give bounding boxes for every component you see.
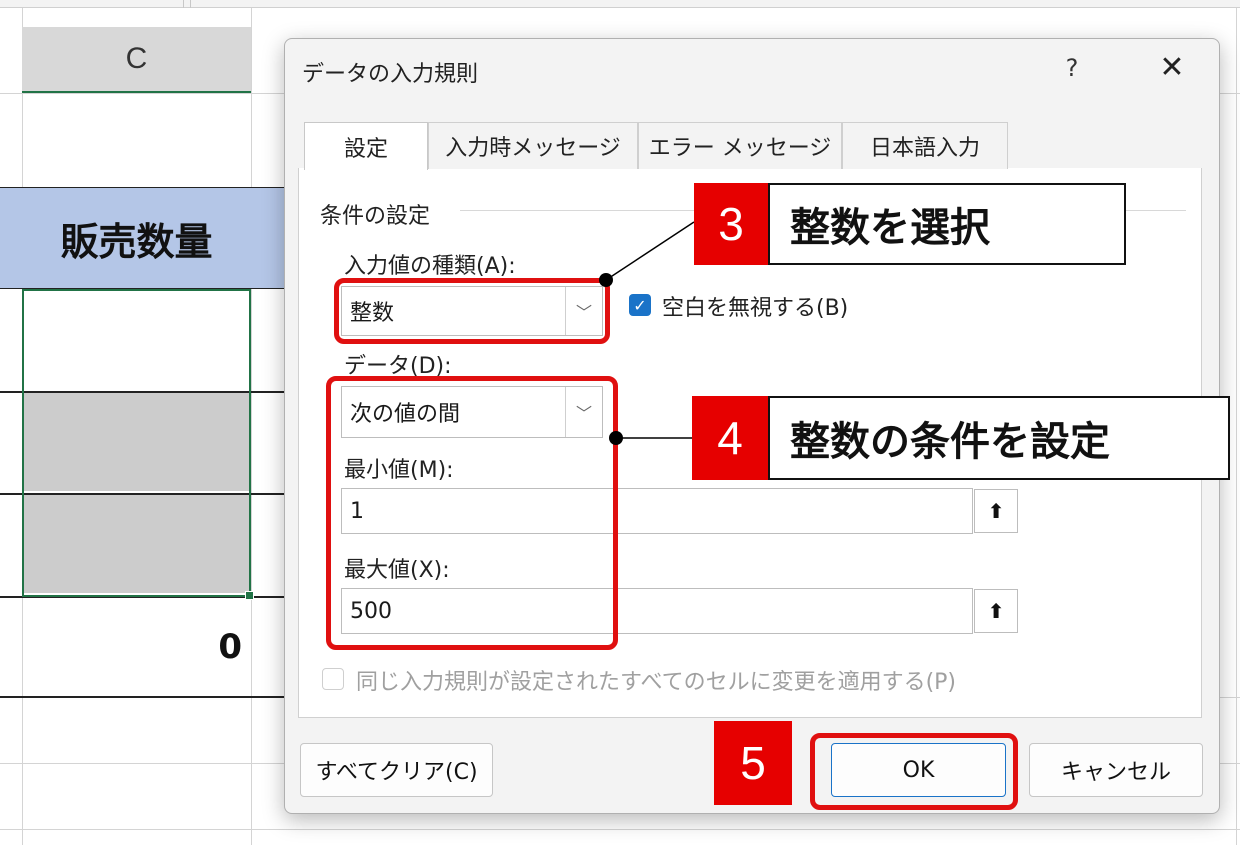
step-5-badge: 5 (714, 721, 792, 805)
leader-dot (609, 431, 623, 445)
step-3-callout: 整数を選択 (768, 183, 1126, 265)
step-4-badge: 4 (692, 396, 768, 480)
step-4-callout: 整数の条件を設定 (768, 396, 1230, 480)
step-3-badge: 3 (694, 183, 768, 265)
leader-dot (599, 273, 613, 287)
tab-settings[interactable]: 設定 (304, 122, 428, 170)
